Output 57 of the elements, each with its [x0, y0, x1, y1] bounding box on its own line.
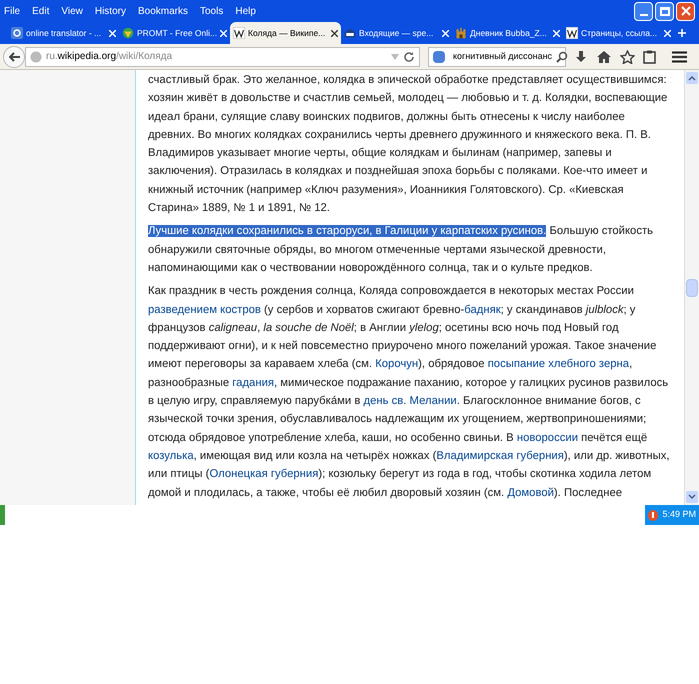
menu-item[interactable]: History — [94, 4, 126, 18]
envelope-icon — [344, 27, 356, 39]
article-link[interactable]: посыпание хлебного зерна — [488, 358, 630, 370]
article-paragraph: Как праздник в честь рождения солнца, Коляда сопровождается в некоторых местах России разведением костров (у сербов и хорватов сжигают бревно-бадняк; у скандинавов julblock; у французов caligneau, la souche de Noël; в Англии ylelog; осетины всю ночь под Новый год поддерживают огни), и к ней повсеместно приурочено много пожеланий урожая. Такое значение имеют переговоры за караваем хлеба (см. Корочун), обрядовое посыпание хлебного зерна, разнообразные гадания, мимическое подражание паханию, которое у галицких русинов развилось в целую игру, справляемую парубка́ми в день св. Мелании. Благосклонное внимание богов, с языческой точки зрения, обуславливалось надлежащим их угощением, жертвоприношениями; отсюда обрядовое употребление хлеба, каши, но особенно свиньи. В новороссии печётся ещё козулька, имеющая вид или козла на четырёх ножках (Владимирская губерния), или др. животных, или птицы (Олонецкая губерния); козюльку берегут из года в год, чтобы скотинка ходила летом домой и плодилась, а также, чтобы её любил дворовый хозяин (см. Домовой). Последнее — [148, 284, 671, 501]
browser-tab[interactable]: Коляда — Википе... — [230, 22, 341, 44]
article-link[interactable]: новороссии — [516, 432, 578, 444]
browser-tab[interactable]: Дневник Bubba_Z... — [452, 22, 563, 44]
download-icon[interactable] — [574, 50, 588, 64]
reload-icon[interactable] — [403, 50, 415, 62]
article-paragraph: счастливый брак. Это желанное, колядка в эпической обработке представляет осуществившимся: хозяин живёт в довольстве и счастлив семьей, молодец — любовью и т. д. Колядки, воспевающие идеал брани, сулящие славу воинских подвигов, должны быть отнесены к числу наиболее древних. Во многих колядках сохранились черты древнего дружинного и княжеского века. П. В. Владимиров указывает многие черты, общие колядкам и былинам (например, запевы и заключения). Отразилась в колядках и позднейшая эпоха борьбы с поляками. Кое-что имеет и книжный источник (например «Ключ разумения», Иоанникия Голятовского). Ср. «Киевская Старина» 1889, № 1 и 1891, № 12. — [148, 73, 668, 216]
clipboard-icon[interactable] — [643, 50, 656, 64]
menu-item[interactable]: View — [61, 4, 83, 18]
article-link[interactable]: козулька — [148, 450, 194, 462]
scroll-down-icon[interactable] — [686, 491, 698, 503]
castle-icon — [455, 27, 467, 39]
search-field[interactable]: когнитивный диссонанс — [428, 46, 566, 66]
menu-icon[interactable] — [672, 50, 687, 62]
article-link[interactable]: разведением костров — [148, 304, 261, 316]
back-button[interactable] — [3, 46, 25, 68]
scroll-up-icon[interactable] — [686, 72, 698, 84]
menu-item[interactable]: Tools — [200, 4, 224, 18]
address-bar[interactable]: ru.wikipedia.org/wiki/Коляда — [25, 46, 420, 66]
w-icon — [233, 27, 245, 39]
browser-tab[interactable]: Страницы, ссыла... — [563, 22, 674, 44]
maximize-button[interactable] — [655, 2, 674, 20]
back-arrow-icon — [8, 52, 20, 62]
close-button[interactable] — [676, 2, 695, 20]
clock-time: 5:49 PM — [662, 508, 696, 522]
browser-tab[interactable]: Входящие — spe... — [341, 22, 452, 44]
article-link[interactable]: бадняк — [464, 304, 501, 316]
search-icon[interactable] — [556, 50, 568, 62]
menu-item[interactable]: Help — [235, 4, 256, 18]
scrollbar[interactable] — [684, 70, 699, 505]
url-text: ru.wikipedia.org/wiki/Коляда — [46, 50, 172, 64]
w-icon — [566, 27, 578, 39]
article-link[interactable]: день св. Мелании — [363, 395, 457, 408]
menu-item[interactable]: File — [4, 4, 20, 18]
start-button-edge — [0, 505, 5, 525]
browser-tab[interactable]: online translator - ... — [8, 22, 119, 44]
browser-tab[interactable]: PROMT - Free Onli... — [119, 22, 230, 44]
menu-item[interactable]: Edit — [32, 4, 50, 18]
menu-item[interactable]: Bookmarks — [138, 4, 188, 18]
new-tab-icon[interactable] — [678, 29, 686, 37]
window-icon — [660, 6, 670, 16]
article-paragraph: Лучшие колядки сохранились в староруси, в Галиции у карпатских русинов. Большую стойкость обнаружили святочные обряды, во многом отмеченные чертами языческой древности, напоминающими как о чествовании новорождённого солнца, так и о культе предков. — [148, 224, 654, 276]
scroll-thumb[interactable] — [686, 278, 698, 296]
close-tab-icon[interactable] — [331, 30, 338, 36]
warning-icon[interactable] — [648, 510, 658, 520]
home-icon[interactable] — [596, 50, 612, 64]
star-icon[interactable] — [620, 50, 635, 64]
close-icon — [680, 6, 690, 16]
article-link[interactable]: Домовой — [507, 486, 554, 499]
minimize-button[interactable] — [634, 2, 653, 20]
article-link[interactable]: Владимирская губерния — [436, 450, 564, 462]
article-link[interactable]: гадания — [232, 376, 274, 389]
article-link[interactable]: Корочун — [375, 358, 418, 370]
article-link[interactable]: Олонецкая губерния — [209, 468, 318, 480]
